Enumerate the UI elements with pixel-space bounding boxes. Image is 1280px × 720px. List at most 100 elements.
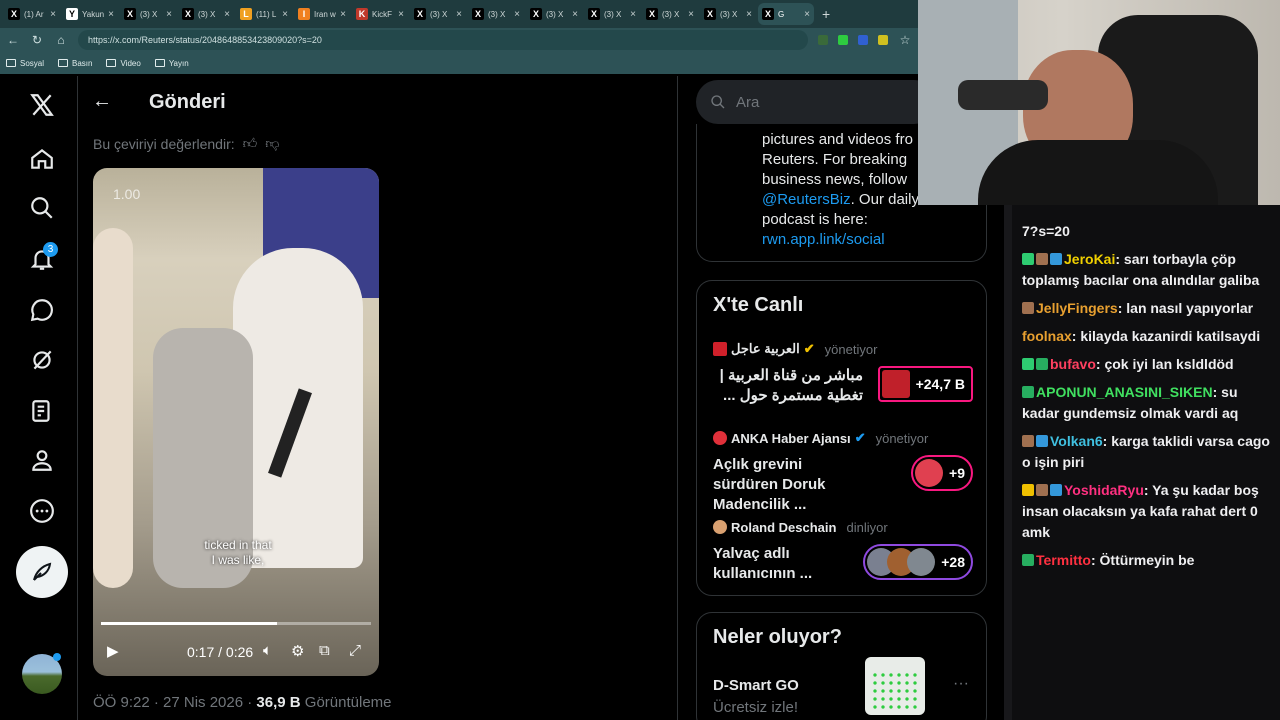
new-tab-icon[interactable]: +: [822, 6, 830, 22]
live-role: yönetiyor: [824, 341, 878, 357]
x-logo-icon[interactable]: [23, 86, 61, 124]
page-title: Gönderi: [149, 91, 226, 113]
browser-tab[interactable]: X (3) X ×: [642, 3, 698, 25]
chat-username[interactable]: bufavo: [1050, 356, 1096, 372]
feather-icon: [33, 562, 52, 581]
chat-badge-icon: [1022, 484, 1034, 496]
chat-username[interactable]: foolnax: [1022, 328, 1072, 344]
grok-chat-icon[interactable]: [23, 291, 61, 329]
tab-close-icon[interactable]: ×: [514, 9, 520, 20]
profile-icon[interactable]: [23, 441, 61, 479]
stream-chat: 7?s=20 JeroKai: sarı torbayla çöp toplamı…: [1012, 205, 1280, 720]
bio-url-link[interactable]: rwn.app.link/social: [762, 230, 962, 250]
bookmark-item[interactable]: Sosyal: [6, 59, 44, 68]
browser-tab[interactable]: X (3) X ×: [526, 3, 582, 25]
browser-tab[interactable]: X (3) X ×: [584, 3, 640, 25]
browser-tab[interactable]: X (3) X ×: [410, 3, 466, 25]
tab-close-icon[interactable]: ×: [282, 9, 288, 20]
chat-message: YoshidaRyu: Ya şu kadar boş insan olacak…: [1022, 480, 1270, 543]
tab-close-icon[interactable]: ×: [166, 9, 172, 20]
star-icon[interactable]: ☆: [898, 33, 912, 47]
fullscreen-icon[interactable]: ⤢: [349, 642, 361, 659]
tab-close-icon[interactable]: ×: [108, 9, 114, 20]
tab-close-icon[interactable]: ×: [630, 9, 636, 20]
listener-count: +9: [949, 465, 965, 481]
rate-label: Bu çeviriyi değerlendir:: [93, 135, 235, 152]
tab-close-icon[interactable]: ×: [398, 9, 404, 20]
browser-tab[interactable]: I Iran w ×: [294, 3, 350, 25]
home-icon[interactable]: [23, 140, 61, 178]
browser-tab[interactable]: Y Yakun ×: [62, 3, 118, 25]
extension-icon[interactable]: [838, 35, 848, 45]
thumbs-up-icon[interactable]: 👍︎: [243, 135, 258, 152]
tab-close-icon[interactable]: ×: [572, 9, 578, 20]
live-item[interactable]: Roland Deschain dinliyor Yalvaç adlı kull…: [713, 518, 973, 584]
green-dots-pattern: [871, 671, 919, 711]
chat-username[interactable]: JeroKai: [1064, 251, 1115, 267]
tab-close-icon[interactable]: ×: [804, 9, 810, 20]
tab-close-icon[interactable]: ×: [50, 9, 56, 20]
address-bar[interactable]: https://x.com/Reuters/status/20486488534…: [78, 30, 808, 50]
chat-badge-icon: [1022, 554, 1034, 566]
chat-username[interactable]: JellyFingers: [1036, 300, 1118, 316]
browser-tab[interactable]: X (3) X ×: [468, 3, 524, 25]
grok-icon[interactable]: [23, 341, 61, 379]
live-item[interactable]: العربية عاجل ✔ yönetiyor مباشر من قناة الع…: [713, 340, 973, 406]
chat-badge-icon: [1050, 253, 1062, 265]
tab-close-icon[interactable]: ×: [456, 9, 462, 20]
bio-handle-link[interactable]: @ReutersBiz: [762, 191, 851, 208]
pip-icon[interactable]: ⧉: [319, 642, 330, 659]
play-icon[interactable]: ▶: [107, 642, 119, 660]
tab-favicon-icon: L: [240, 8, 252, 20]
video-player[interactable]: 1.00 ticked in that I was like, ▶ 0:17 /…: [93, 168, 379, 676]
chat-badge-icon: [1050, 484, 1062, 496]
more-icon[interactable]: [23, 492, 61, 530]
tab-close-icon[interactable]: ×: [224, 9, 230, 20]
video-progress-bar[interactable]: [101, 622, 371, 625]
browser-tab[interactable]: X (1) Ar ×: [4, 3, 60, 25]
extension-icon[interactable]: [858, 35, 868, 45]
live-title: X'te Canlı: [713, 294, 804, 316]
browser-tab[interactable]: L (11) L ×: [236, 3, 292, 25]
search-input[interactable]: Ara: [696, 80, 936, 124]
compose-post-button[interactable]: [16, 546, 68, 598]
chat-username[interactable]: Termitto: [1036, 552, 1091, 568]
browser-tab[interactable]: X (3) X ×: [120, 3, 176, 25]
thumbs-down-icon[interactable]: 👎︎: [265, 135, 279, 152]
extension-icon[interactable]: [878, 35, 888, 45]
bookmark-item[interactable]: Video: [106, 59, 141, 68]
chat-badge-icon: [1022, 435, 1034, 447]
chat-username[interactable]: Volkan6: [1050, 433, 1103, 449]
more-options-icon[interactable]: ···: [953, 675, 969, 693]
status-dot: [53, 653, 61, 661]
browser-tab[interactable]: X (3) X ×: [178, 3, 234, 25]
live-item[interactable]: ANKA Haber Ajansı ✔ yönetiyor Açlık grevin…: [713, 429, 973, 515]
tab-close-icon[interactable]: ×: [340, 9, 346, 20]
settings-icon[interactable]: ⚙: [291, 642, 304, 660]
search-icon[interactable]: [23, 189, 61, 227]
chat-username[interactable]: APONUN_ANASINI_SIKEN: [1036, 384, 1213, 400]
volume-icon[interactable]: 🔈︎: [263, 642, 272, 659]
post-timestamp: ÖÖ 9:22 · 27 Nis 2026 ·: [93, 694, 257, 711]
screen: { "browser": { "tabs": [ {"label": "(1) …: [0, 0, 1280, 720]
back-arrow-icon[interactable]: ←: [92, 90, 118, 116]
tab-close-icon[interactable]: ×: [746, 9, 752, 20]
chat-text: kilayda kazanirdi katilsaydi: [1076, 328, 1261, 344]
tab-favicon-icon: K: [356, 8, 368, 20]
reload-icon[interactable]: ↻: [30, 33, 44, 47]
chat-username[interactable]: YoshidaRyu: [1064, 482, 1144, 498]
back-icon[interactable]: ←: [6, 33, 20, 47]
extension-icon[interactable]: [818, 35, 828, 45]
tab-close-icon[interactable]: ×: [688, 9, 694, 20]
bookmark-item[interactable]: Yayın: [154, 59, 189, 68]
tab-favicon-icon: X: [762, 8, 774, 20]
browser-tab[interactable]: X G ×: [758, 3, 814, 25]
live-role: dinliyor: [846, 519, 888, 535]
tab-label: (3) X: [604, 9, 622, 19]
bookmark-item[interactable]: Basın: [58, 59, 92, 68]
home-icon[interactable]: ⌂: [54, 33, 68, 47]
lists-icon[interactable]: [23, 392, 61, 430]
browser-tab[interactable]: X (3) X ×: [700, 3, 756, 25]
trend-name[interactable]: D-Smart GO: [713, 677, 799, 694]
browser-tab[interactable]: K KickF ×: [352, 3, 408, 25]
